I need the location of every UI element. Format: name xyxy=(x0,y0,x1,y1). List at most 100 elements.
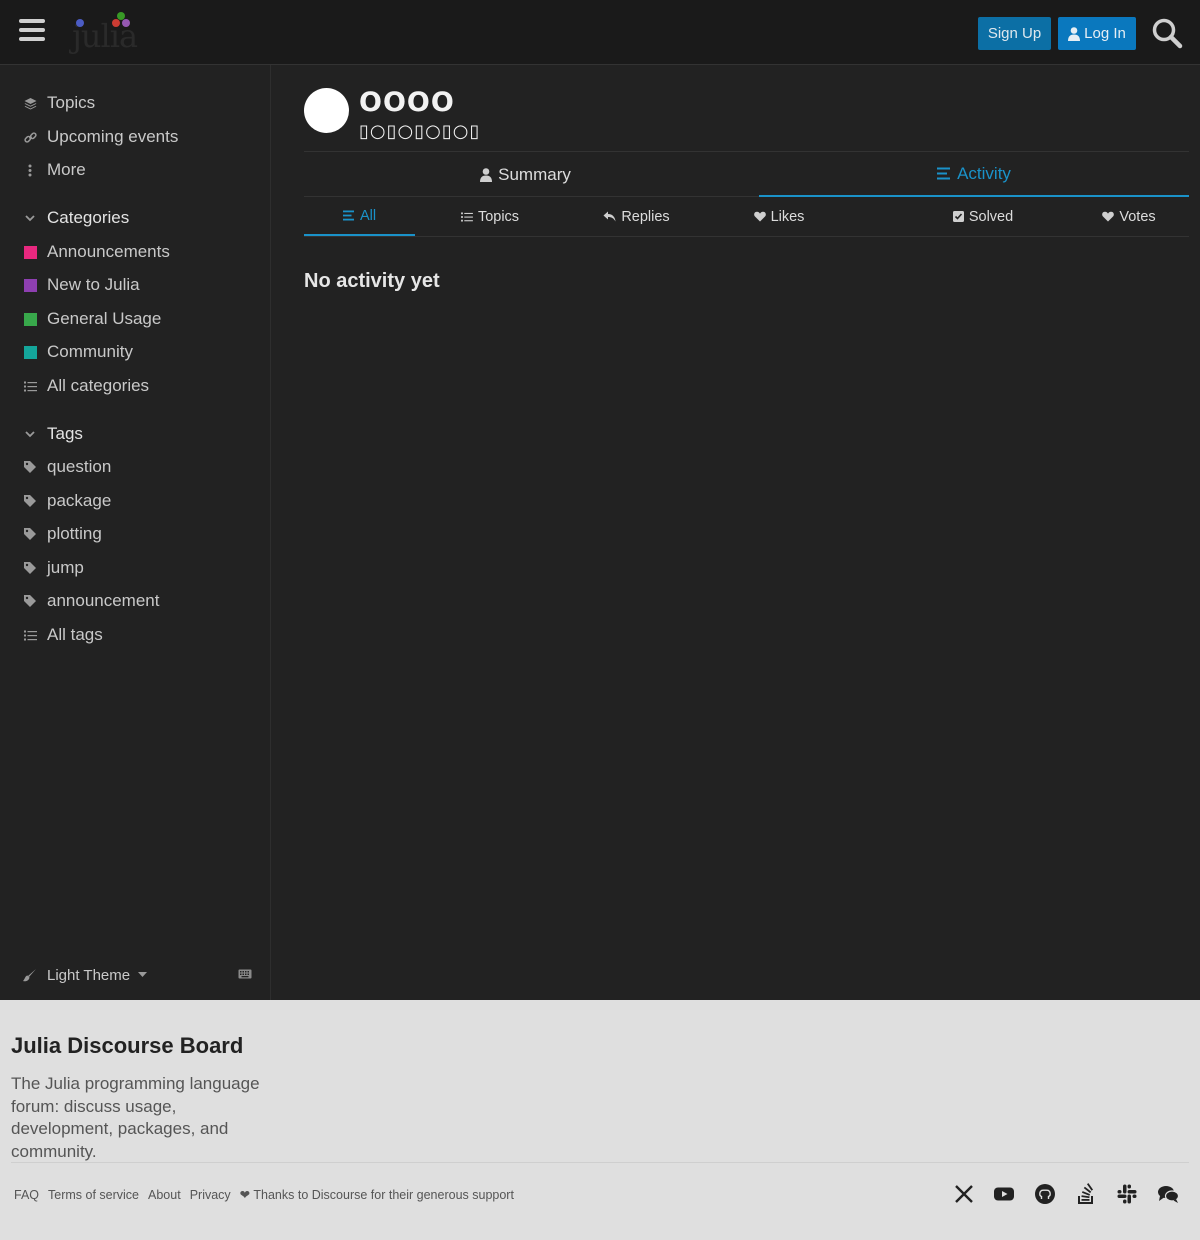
main-content: OOOO ▯○▯○▯○▯○▯ Summary Activity All Topi… xyxy=(272,65,1200,1000)
category-color-badge xyxy=(23,278,37,292)
chevron-down-icon xyxy=(22,426,38,442)
tag-icon xyxy=(22,560,38,576)
avatar[interactable] xyxy=(304,88,349,133)
log-in-button[interactable]: Log In xyxy=(1058,17,1136,50)
github-icon[interactable] xyxy=(1034,1183,1056,1205)
subtab-solved[interactable]: Solved xyxy=(924,197,1042,236)
tags-section-toggle[interactable]: Tags xyxy=(0,419,271,449)
sidebar-category-community[interactable]: Community xyxy=(0,337,271,367)
vertical-ellipsis-icon xyxy=(22,162,38,178)
footer-link-terms[interactable]: Terms of service xyxy=(48,1188,139,1202)
sign-up-button[interactable]: Sign Up xyxy=(978,17,1051,50)
sidebar-item-label: jump xyxy=(47,558,84,577)
sidebar-tag-announcement[interactable]: announcement xyxy=(0,586,271,616)
footer-thanks-text: ❤ Thanks to Discourse for their generous… xyxy=(239,1188,514,1202)
tag-icon xyxy=(22,459,38,475)
sidebar-item-label: All tags xyxy=(47,625,103,644)
user-icon xyxy=(1068,26,1081,41)
brush-icon xyxy=(23,968,36,981)
user-subtitle: ▯○▯○▯○▯○▯ xyxy=(359,121,481,142)
subtab-solved-label: Solved xyxy=(968,208,1014,225)
subtab-votes[interactable]: Votes xyxy=(1074,197,1184,236)
subtab-all-label: All xyxy=(359,207,377,224)
sidebar-item-all-tags[interactable]: All tags xyxy=(0,620,271,650)
sidebar-item-label: plotting xyxy=(47,524,102,543)
layers-icon xyxy=(22,95,38,111)
subtab-topics[interactable]: Topics xyxy=(429,197,551,236)
sidebar-tag-jump[interactable]: jump xyxy=(0,553,271,583)
sidebar-item-label: Upcoming events xyxy=(47,127,179,146)
theme-row: Light Theme xyxy=(0,960,271,990)
sidebar-tag-question[interactable]: question xyxy=(0,452,271,482)
footer-link-privacy[interactable]: Privacy xyxy=(190,1188,231,1202)
sidebar-tag-plotting[interactable]: plotting xyxy=(0,519,271,549)
sidebar-item-label: Announcements xyxy=(47,242,170,261)
category-color-badge xyxy=(23,345,37,359)
youtube-icon[interactable] xyxy=(993,1183,1015,1205)
tag-icon xyxy=(22,593,38,609)
tab-summary[interactable]: Summary xyxy=(304,152,747,197)
theme-label: Light Theme xyxy=(47,966,131,984)
reply-icon xyxy=(603,211,616,222)
sidebar-item-label: All categories xyxy=(47,376,150,395)
sidebar-category-new-to-julia[interactable]: New to Julia xyxy=(0,270,271,300)
sidebar-item-upcoming-events[interactable]: Upcoming events xyxy=(0,122,271,152)
tab-activity-label: Activity xyxy=(957,163,1011,183)
sidebar-item-label: announcement xyxy=(47,591,160,610)
footer-divider xyxy=(11,1162,1189,1163)
subtab-likes[interactable]: Likes xyxy=(724,197,834,236)
hamburger-menu-icon[interactable] xyxy=(19,19,45,43)
activity-filter-tabs: All Topics Replies Likes Solved Votes xyxy=(304,197,1189,237)
search-icon[interactable] xyxy=(1151,17,1183,49)
sidebar-item-all-categories[interactable]: All categories xyxy=(0,371,271,401)
categories-section-toggle[interactable]: Categories xyxy=(0,203,271,233)
sign-up-label: Sign Up xyxy=(987,25,1042,42)
sidebar-category-announcements[interactable]: Announcements xyxy=(0,237,271,267)
caret-down-icon xyxy=(138,972,148,977)
footer-link-about[interactable]: About xyxy=(148,1188,181,1202)
user-icon xyxy=(480,167,493,182)
profile-tabs: Summary Activity xyxy=(304,151,1189,197)
heart-icon xyxy=(753,211,766,222)
site-header: julia Sign Up Log In xyxy=(0,0,1200,65)
sidebar-item-label: More xyxy=(47,160,86,179)
sidebar: Topics Upcoming events More Categories A… xyxy=(0,65,271,1000)
sidebar-item-label: question xyxy=(47,457,112,476)
theme-selector[interactable]: Light Theme xyxy=(22,960,148,990)
subtab-replies-label: Replies xyxy=(621,208,670,225)
sidebar-item-more[interactable]: More xyxy=(0,155,271,185)
list-icon xyxy=(22,378,38,394)
sidebar-item-topics[interactable]: Topics xyxy=(0,88,271,118)
sidebar-category-general-usage[interactable]: General Usage xyxy=(0,304,271,334)
julia-logo[interactable]: julia xyxy=(70,10,142,55)
subtab-topics-label: Topics xyxy=(477,208,520,225)
keyboard-icon[interactable] xyxy=(238,969,252,979)
list-icon xyxy=(22,627,38,643)
footer-description: The Julia programming language forum: di… xyxy=(11,1074,260,1161)
tag-icon xyxy=(22,526,38,542)
category-color-badge xyxy=(23,245,37,259)
tags-heading: Tags xyxy=(47,424,83,443)
sidebar-item-label: New to Julia xyxy=(47,275,140,294)
stream-icon xyxy=(937,167,951,180)
tag-icon xyxy=(22,493,38,509)
footer-link-faq[interactable]: FAQ xyxy=(14,1188,39,1202)
sidebar-item-label: Topics xyxy=(47,93,96,112)
subtab-all[interactable]: All xyxy=(304,197,415,236)
tab-activity[interactable]: Activity xyxy=(759,152,1189,197)
category-color-badge xyxy=(23,312,37,326)
chat-icon[interactable] xyxy=(1157,1183,1179,1205)
sidebar-tag-package[interactable]: package xyxy=(0,486,271,516)
subtab-replies[interactable]: Replies xyxy=(579,197,694,236)
subtab-likes-label: Likes xyxy=(770,208,805,225)
footer-links: FAQ Terms of service About Privacy ❤ Tha… xyxy=(14,1187,523,1203)
heart-icon xyxy=(1102,211,1115,222)
x-icon[interactable] xyxy=(953,1183,975,1205)
sidebar-item-label: General Usage xyxy=(47,309,162,328)
stream-icon xyxy=(342,210,354,221)
slack-icon[interactable] xyxy=(1116,1183,1138,1205)
stackoverflow-icon[interactable] xyxy=(1075,1183,1097,1205)
footer-title: Julia Discourse Board xyxy=(11,1033,244,1058)
site-footer: Julia Discourse Board The Julia programm… xyxy=(0,1000,1200,1240)
sidebar-item-label: Community xyxy=(47,342,133,361)
